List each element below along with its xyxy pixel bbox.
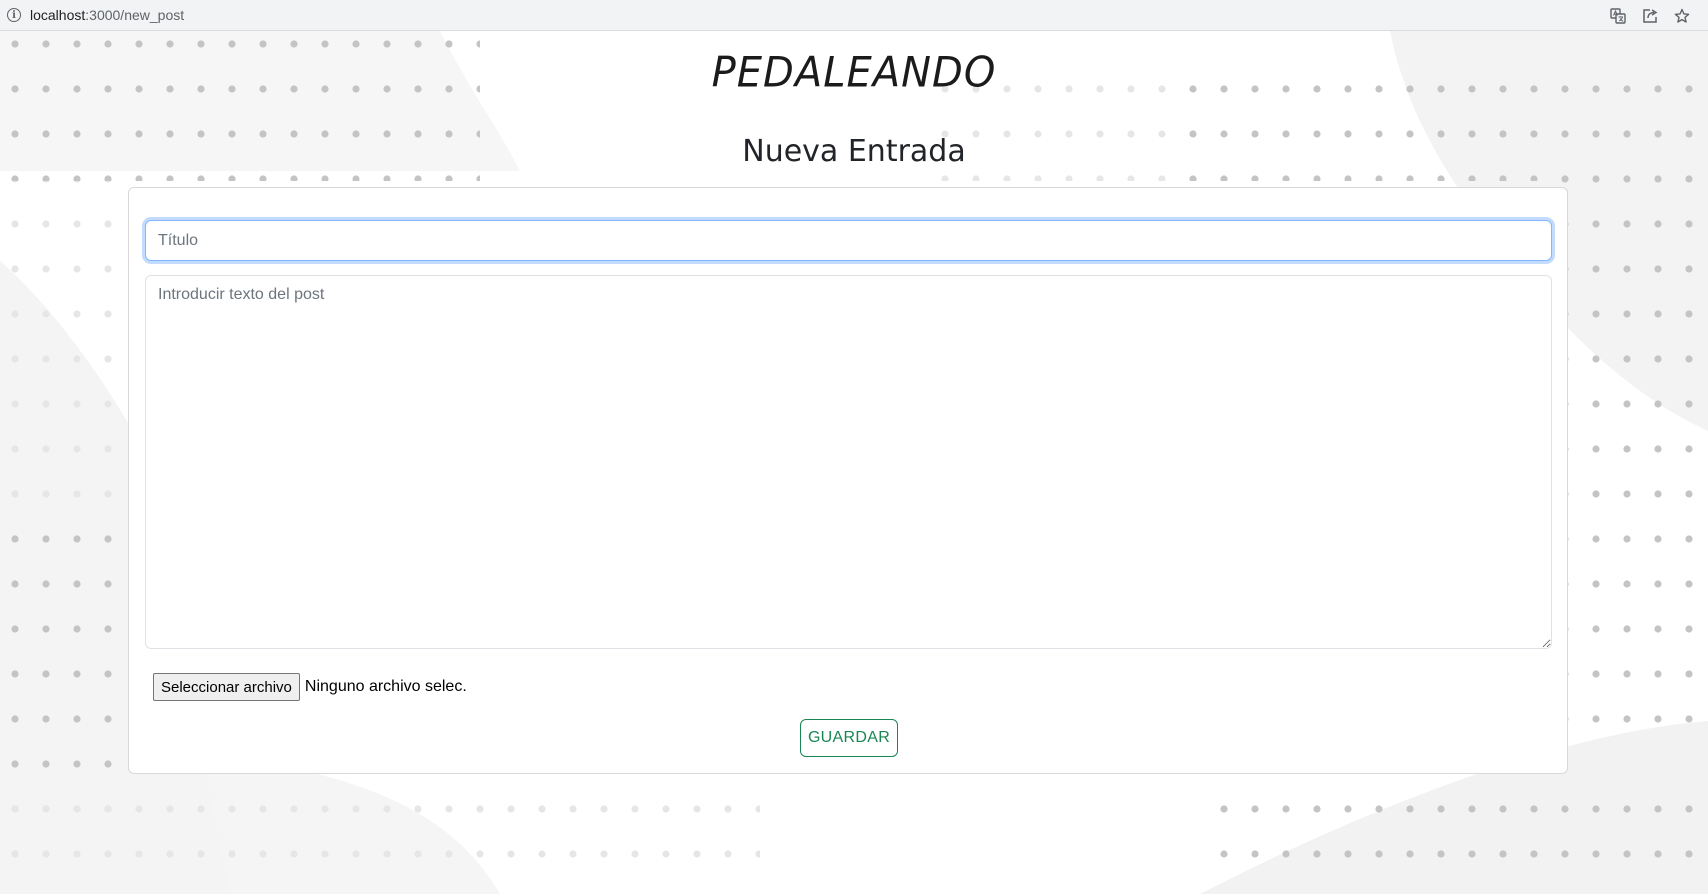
save-button[interactable]: GUARDAR [800,719,898,757]
url-text[interactable]: localhost:3000/new_post [30,7,184,23]
page-title: Nueva Entrada [742,134,966,169]
file-status-text: Ninguno archivo selec. [304,678,467,695]
select-file-button[interactable]: Seleccionar archivo [153,673,300,701]
url-path: :3000/new_post [85,7,185,23]
file-upload-row: Seleccionar archivo Ninguno archivo sele… [153,672,467,702]
url-host: localhost [30,7,86,23]
site-info-icon[interactable]: i [7,8,21,22]
share-icon[interactable] [1639,5,1661,27]
post-body-textarea[interactable] [145,275,1552,649]
title-input[interactable] [145,220,1552,261]
star-icon[interactable] [1671,5,1693,27]
new-post-form: Seleccionar archivo Ninguno archivo sele… [128,187,1568,774]
browser-address-bar[interactable]: i localhost:3000/new_post [0,0,1708,31]
brand-logo[interactable]: PEDALEANDO [0,49,1708,97]
translate-icon[interactable] [1607,5,1629,27]
